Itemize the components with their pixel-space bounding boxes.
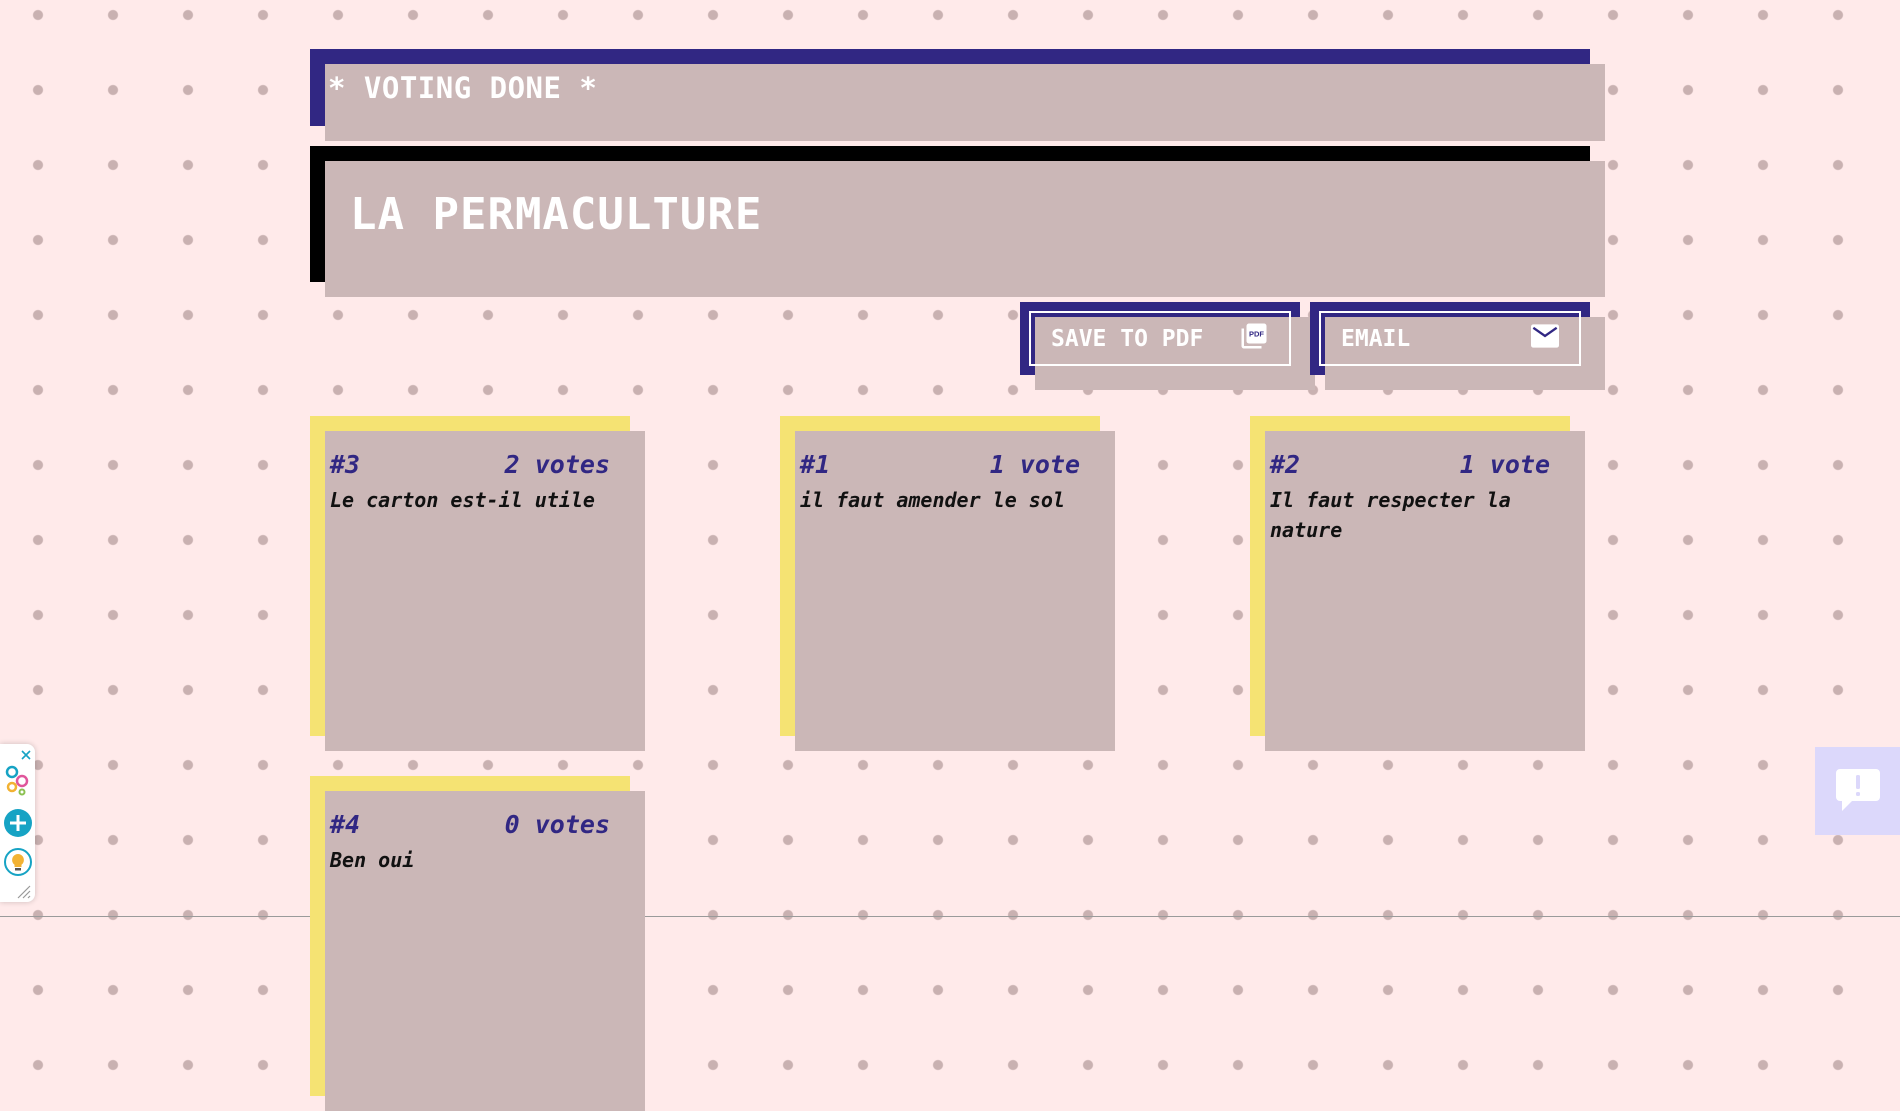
- voting-status-text: * VOTING DONE *: [328, 70, 598, 105]
- save-to-pdf-button[interactable]: SAVE TO PDF PDF: [1020, 302, 1315, 390]
- idea-vote-count: 1 vote: [989, 450, 1080, 479]
- idea-text: Il faut respecter la nature: [1270, 488, 1511, 542]
- mail-icon: [1531, 323, 1559, 354]
- idea-vote-count: 1 vote: [1459, 450, 1550, 479]
- page-title-banner: LA PERMACULTURE: [310, 146, 1605, 297]
- email-label: EMAIL: [1341, 325, 1411, 352]
- voting-status-banner: * VOTING DONE *: [310, 49, 1605, 141]
- svg-text:PDF: PDF: [1249, 329, 1264, 338]
- accessibility-toolbar: [0, 744, 35, 902]
- save-to-pdf-label: SAVE TO PDF: [1051, 325, 1204, 352]
- idea-rank: #1: [800, 450, 831, 479]
- idea-card[interactable]: #2 1 vote Il faut respecter la nature: [1250, 416, 1585, 751]
- idea-text: il faut amender le sol: [800, 488, 1065, 512]
- idea-vote-count: 2 votes: [504, 450, 610, 479]
- email-button[interactable]: EMAIL: [1310, 302, 1605, 390]
- idea-card[interactable]: #4 0 votes Ben oui: [310, 776, 645, 1111]
- idea-text: Ben oui: [330, 848, 415, 872]
- idea-rank: #2: [1270, 450, 1301, 479]
- resize-handle-icon[interactable]: [15, 883, 31, 903]
- page-title: LA PERMACULTURE: [350, 188, 763, 240]
- plus-icon[interactable]: [3, 808, 33, 842]
- feedback-button[interactable]: [1815, 747, 1900, 835]
- idea-vote-count: 0 votes: [504, 810, 610, 839]
- idea-rank: #4: [330, 810, 361, 839]
- lightbulb-icon[interactable]: [3, 847, 33, 881]
- close-icon[interactable]: [20, 746, 32, 765]
- idea-rank: #3: [330, 450, 361, 479]
- settings-circles-icon[interactable]: [3, 764, 31, 800]
- pdf-icon: PDF: [1239, 321, 1269, 357]
- idea-card[interactable]: #1 1 vote il faut amender le sol: [780, 416, 1115, 751]
- feedback-icon: [1830, 761, 1886, 821]
- idea-text: Le carton est-il utile: [330, 488, 595, 512]
- idea-card[interactable]: #3 2 votes Le carton est-il utile: [310, 416, 645, 751]
